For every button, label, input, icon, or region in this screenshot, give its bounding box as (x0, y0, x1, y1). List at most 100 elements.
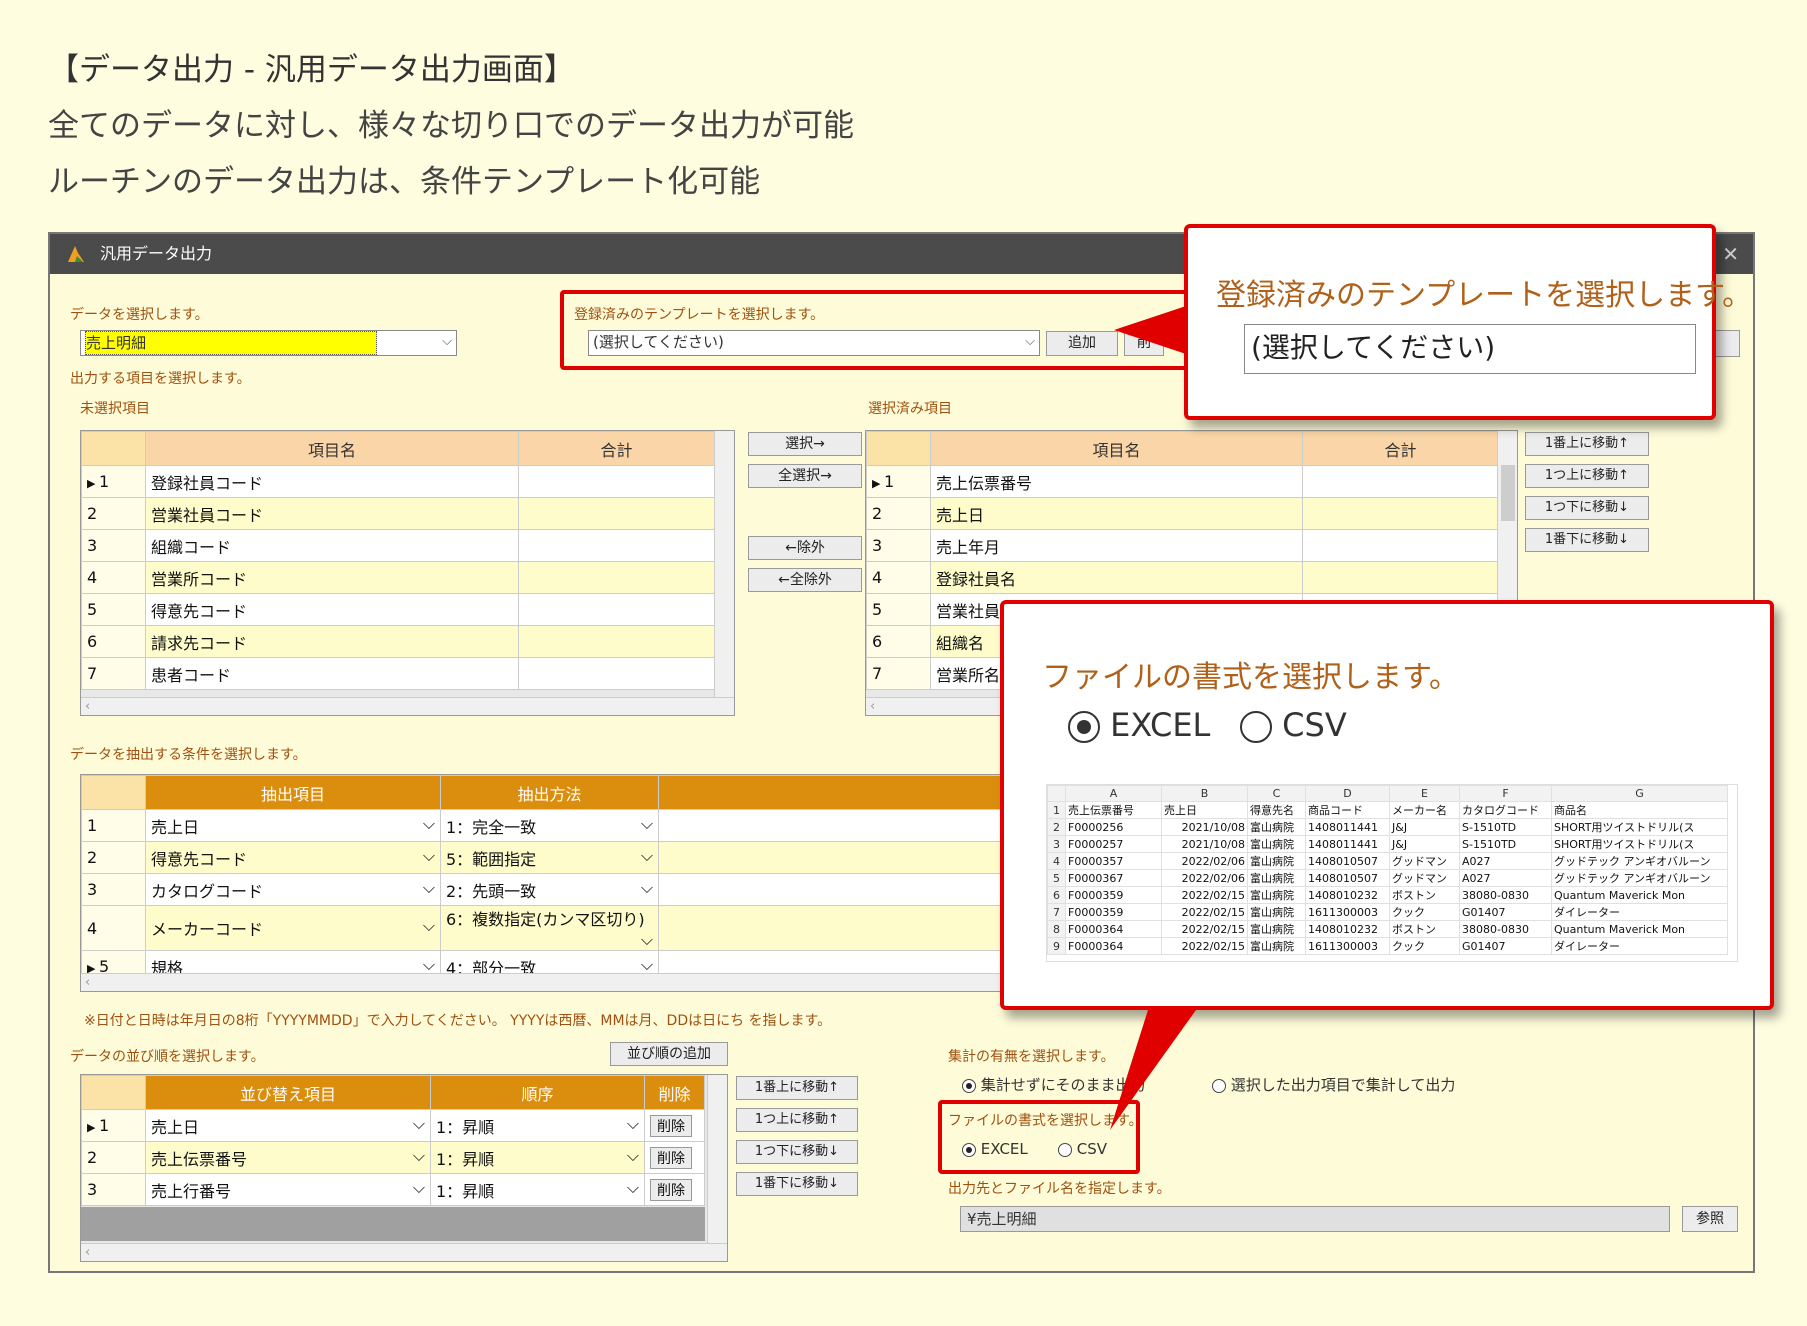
unselected-vscroll[interactable] (714, 431, 734, 699)
sheet-cell: 富山病院 (1247, 920, 1306, 938)
table-row[interactable]: ▶ 1 登録社員コード (81, 465, 715, 498)
item-name-cell[interactable]: 営業所コード (145, 561, 519, 594)
total-cell[interactable] (518, 625, 715, 658)
sort-move-bottom-button[interactable]: 1番下に移動↓ (736, 1172, 858, 1196)
total-cell[interactable] (518, 529, 715, 562)
add-sort-button[interactable]: 並び順の追加 (610, 1042, 728, 1066)
current-row-icon: ▶ (872, 477, 884, 490)
conditions-header-item: 抽出項目 (145, 775, 441, 810)
data-select-dropdown[interactable]: 売上明細 ⌵ (80, 330, 457, 356)
condition-item-select[interactable]: メーカーコード ⌵ (145, 905, 441, 951)
table-row[interactable]: ▶ 1 売上伝票番号 (866, 465, 1499, 498)
table-row[interactable]: 1 売上日 ⌵ 1：完全一致 ⌵ (81, 809, 1079, 842)
total-cell[interactable] (1302, 497, 1499, 530)
total-cell[interactable] (518, 593, 715, 626)
total-cell[interactable] (1302, 561, 1499, 594)
sheet-cell: 1408011441 (1305, 835, 1390, 853)
table-row[interactable]: 2 得意先コード ⌵ 5：範囲指定 ⌵ (81, 841, 1079, 874)
condition-method-select[interactable]: 5：範囲指定 ⌵ (440, 841, 659, 874)
item-name-cell[interactable]: 営業社員コード (145, 497, 519, 530)
sort-move-top-button[interactable]: 1番上に移動↑ (736, 1076, 858, 1100)
select-all-button[interactable]: 全選択→ (748, 464, 862, 488)
condition-method-select[interactable]: 1：完全一致 ⌵ (440, 809, 659, 842)
sort-grid[interactable]: 並び替え項目 順序 削除 ▶ 1 売上日 ⌵ 1：昇順 ⌵ 削除 2 売上伝票番号 ⌵ 1：昇順 ⌵… (80, 1074, 728, 1262)
table-row[interactable]: 4 営業所コード (81, 561, 715, 594)
sort-order-select[interactable]: 1：昇順 ⌵ (430, 1109, 645, 1142)
sheet-row: 4 F0000357 2022/02/06 富山病院 1408010507 グッドマン A0… (1047, 852, 1728, 870)
table-row[interactable]: 7 患者コード (81, 657, 715, 690)
conditions-hscroll[interactable]: ‹ (81, 973, 1079, 991)
template-callout-field: (選択してください) (1244, 324, 1696, 374)
sort-item-select[interactable]: 売上日 ⌵ (145, 1109, 431, 1142)
condition-item-select[interactable]: カタログコード ⌵ (145, 873, 441, 906)
select-button[interactable]: 選択→ (748, 432, 862, 456)
radio-selected-icon[interactable] (962, 1078, 976, 1093)
table-row[interactable]: ▶ 1 売上日 ⌵ 1：昇順 ⌵ 削除 (81, 1109, 705, 1142)
condition-method-select[interactable]: 6：複数指定(カンマ区切り) ⌵ (440, 905, 659, 951)
move-up-button[interactable]: 1つ上に移動↑ (1525, 464, 1649, 488)
sort-move-down-button[interactable]: 1つ下に移動↓ (736, 1140, 858, 1164)
current-row-icon: ▶ (87, 477, 99, 490)
move-down-button[interactable]: 1つ下に移動↓ (1525, 496, 1649, 520)
item-name-cell[interactable]: 組織コード (145, 529, 519, 562)
browse-button[interactable]: 参照 (1682, 1206, 1738, 1232)
item-name-cell[interactable]: 売上年月 (930, 529, 1303, 562)
table-row[interactable]: 4 登録社員名 (866, 561, 1499, 594)
close-icon[interactable]: ✕ (1722, 234, 1739, 274)
total-cell[interactable] (1302, 529, 1499, 562)
item-name-cell[interactable]: 得意先コード (145, 593, 519, 626)
unselected-hscroll[interactable]: ‹ (81, 697, 734, 715)
table-row[interactable]: 3 カタログコード ⌵ 2：先頭一致 ⌵ (81, 873, 1079, 906)
radio-icon[interactable] (1212, 1078, 1226, 1093)
conditions-grid[interactable]: 抽出項目 抽出方法 1 売上日 ⌵ 1：完全一致 ⌵ 2 得意先コード ⌵ 5：範囲指定 ⌵ 3 カタ… (80, 774, 1080, 992)
table-row[interactable]: 6 請求先コード (81, 625, 715, 658)
exclude-all-button[interactable]: ←全除外 (748, 568, 862, 592)
sort-move-up-button[interactable]: 1つ上に移動↑ (736, 1108, 858, 1132)
condition-item-select[interactable]: 得意先コード ⌵ (145, 841, 441, 874)
sheet-row-header: 5 (1047, 869, 1066, 887)
item-name-cell[interactable]: 登録社員名 (930, 561, 1303, 594)
sort-hscroll[interactable]: ‹ (81, 1243, 727, 1261)
table-row[interactable]: 5 得意先コード (81, 593, 715, 626)
table-row[interactable]: 3 売上行番号 ⌵ 1：昇順 ⌵ 削除 (81, 1173, 705, 1206)
sheet-cell: F0000359 (1065, 903, 1162, 921)
condition-item-select[interactable]: 売上日 ⌵ (145, 809, 441, 842)
item-name-cell[interactable]: 売上伝票番号 (930, 465, 1303, 498)
table-row[interactable]: 2 売上日 (866, 497, 1499, 530)
sort-item-select[interactable]: 売上行番号 ⌵ (145, 1173, 431, 1206)
delete-row-button[interactable]: 削除 (650, 1146, 692, 1169)
sort-vscroll[interactable] (707, 1075, 727, 1243)
sort-item-select[interactable]: 売上伝票番号 ⌵ (145, 1141, 431, 1174)
chevron-down-icon: ⌵ (626, 1113, 639, 1133)
table-row[interactable]: 2 売上伝票番号 ⌵ 1：昇順 ⌵ 削除 (81, 1141, 705, 1174)
total-cell[interactable] (518, 561, 715, 594)
total-cell[interactable] (518, 657, 715, 690)
unselected-grid[interactable]: 項目名 合計 ▶ 1 登録社員コード 2 営業社員コード 3 組織コード 4 営業所コード 5 得… (80, 430, 735, 716)
chevron-down-icon: ⌵ (422, 916, 435, 935)
total-cell[interactable] (1302, 465, 1499, 498)
table-row[interactable]: 3 売上年月 (866, 529, 1499, 562)
table-row[interactable]: 4 メーカーコード ⌵ 6：複数指定(カンマ区切り) ⌵ (81, 905, 1079, 951)
item-name-cell[interactable]: 請求先コード (145, 625, 519, 658)
exclude-button[interactable]: ←除外 (748, 536, 862, 560)
aggregate-option-summary[interactable]: 選択した出力項目で集計して出力 (1212, 1074, 1455, 1095)
sort-order-select[interactable]: 1：昇順 ⌵ (430, 1173, 645, 1206)
delete-row-button[interactable]: 削除 (650, 1178, 692, 1201)
sheet-cell: S-1510TD (1459, 818, 1552, 836)
table-row[interactable]: 2 営業社員コード (81, 497, 715, 530)
delete-row-button[interactable]: 削除 (650, 1114, 692, 1137)
total-cell[interactable] (518, 497, 715, 530)
item-name-cell[interactable]: 患者コード (145, 657, 519, 690)
total-cell[interactable] (518, 465, 715, 498)
condition-method-select[interactable]: 2：先頭一致 ⌵ (440, 873, 659, 906)
move-top-button[interactable]: 1番上に移動↑ (1525, 432, 1649, 456)
output-path-field[interactable]: ¥売上明細 (960, 1206, 1670, 1232)
item-name-cell[interactable]: 登録社員コード (145, 465, 519, 498)
sheet-cell: 富山病院 (1247, 903, 1306, 921)
table-row[interactable]: 3 組織コード (81, 529, 715, 562)
sheet-cell: F0000256 (1065, 818, 1162, 836)
move-bottom-button[interactable]: 1番下に移動↓ (1525, 528, 1649, 552)
sort-order-select[interactable]: 1：昇順 ⌵ (430, 1141, 645, 1174)
item-name-cell[interactable]: 売上日 (930, 497, 1303, 530)
row-number: 2 (866, 497, 931, 530)
